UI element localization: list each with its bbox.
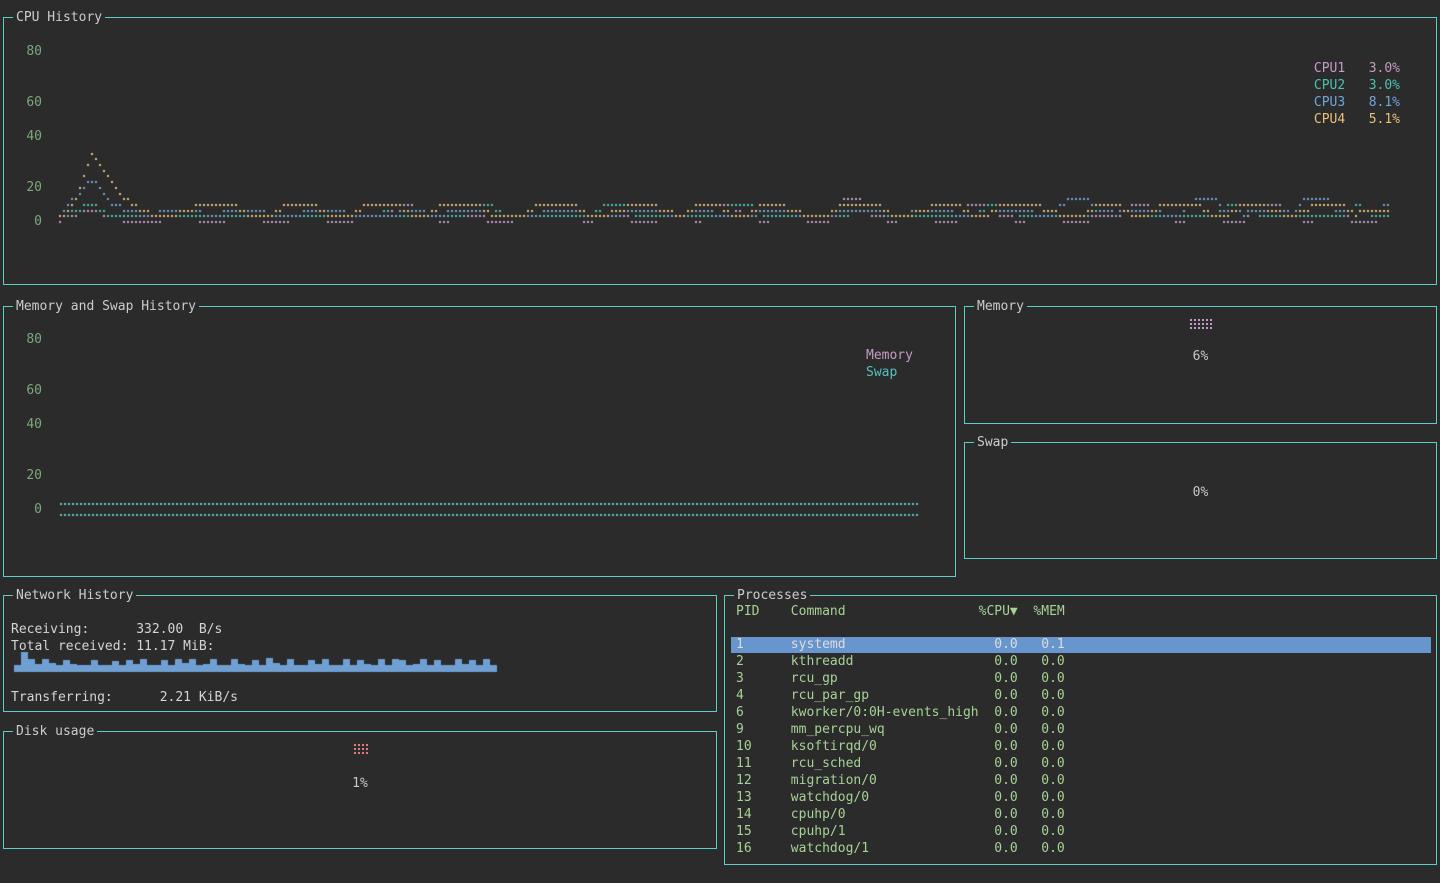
process-row[interactable]: 3 rcu_gp 0.0 0.0 — [731, 671, 1431, 687]
process-row[interactable]: 6 kworker/0:0H-events_high 0.0 0.0 — [731, 705, 1431, 721]
disk-usage-title: Disk usage — [13, 724, 97, 739]
swap-gauge-value: 0% — [965, 484, 1436, 501]
process-row[interactable]: 4 rcu_par_gp 0.0 0.0 — [731, 688, 1431, 704]
cpu-axis-80: 80 — [24, 43, 42, 60]
memory-swap-legend: MemorySwap — [866, 347, 913, 381]
process-row[interactable]: 13 watchdog/0 0.0 0.0 — [731, 790, 1431, 806]
process-row[interactable]: 9 mm_percpu_wq 0.0 0.0 — [731, 722, 1431, 738]
process-table-header[interactable]: PID Command %CPU▼ %MEM — [736, 603, 1432, 620]
memory-gauge-arc — [1188, 317, 1214, 329]
process-row[interactable]: 12 migration/0 0.0 0.0 — [731, 773, 1431, 789]
memory-swap-history-panel: Memory and Swap History 80 60 40 20 0 Me… — [3, 306, 956, 577]
memswap-axis-0: 0 — [24, 501, 42, 518]
memory-gauge-value: 6% — [965, 348, 1436, 365]
process-row[interactable]: 10 ksoftirqd/0 0.0 0.0 — [731, 739, 1431, 755]
process-row[interactable]: 16 watchdog/1 0.0 0.0 — [731, 841, 1431, 857]
cpu-axis-40: 40 — [24, 128, 42, 145]
memory-swap-history-chart — [54, 477, 934, 537]
cpu-history-panel: CPU History 80 60 40 20 0 CPU1 3.0%CPU2 … — [3, 17, 1437, 285]
processes-title: Processes — [734, 588, 810, 603]
system-monitor-screen: CPU History 80 60 40 20 0 CPU1 3.0%CPU2 … — [0, 0, 1440, 883]
network-history-title: Network History — [13, 588, 136, 603]
cpu-axis-20: 20 — [24, 179, 42, 196]
memory-swap-legend-row: Swap — [866, 364, 913, 381]
disk-gauge-arc — [352, 742, 368, 754]
memory-swap-legend-row: Memory — [866, 347, 913, 364]
memory-swap-history-title: Memory and Swap History — [13, 299, 199, 314]
network-receiving-line: Receiving: 332.00 B/s — [11, 621, 222, 638]
network-transferring-line: Transferring: 2.21 KiB/s — [11, 689, 238, 706]
process-row[interactable]: 2 kthreadd 0.0 0.0 — [731, 654, 1431, 670]
processes-panel: Processes PID Command %CPU▼ %MEM 1 syste… — [724, 595, 1437, 865]
memory-gauge-title: Memory — [974, 299, 1027, 314]
cpu-history-chart — [54, 42, 1398, 228]
cpu-axis-0: 0 — [24, 213, 42, 230]
network-history-chart — [12, 650, 504, 674]
process-row[interactable]: 11 rcu_sched 0.0 0.0 — [731, 756, 1431, 772]
process-row[interactable]: 15 cpuhp/1 0.0 0.0 — [731, 824, 1431, 840]
swap-gauge-panel: Swap 0% — [964, 442, 1437, 559]
memswap-axis-80: 80 — [24, 331, 42, 348]
swap-gauge-title: Swap — [974, 435, 1011, 450]
memswap-axis-40: 40 — [24, 416, 42, 433]
cpu-axis-60: 60 — [24, 94, 42, 111]
memswap-axis-20: 20 — [24, 467, 42, 484]
cpu-history-title: CPU History — [13, 10, 105, 25]
memswap-axis-60: 60 — [24, 382, 42, 399]
process-row[interactable]: 14 cpuhp/0 0.0 0.0 — [731, 807, 1431, 823]
memory-gauge-panel: Memory 6% — [964, 306, 1437, 424]
process-row[interactable]: 1 systemd 0.0 0.1 — [731, 637, 1431, 653]
disk-usage-panel: Disk usage 1% — [3, 731, 717, 849]
network-history-panel: Network History Receiving: 332.00 B/s To… — [3, 595, 717, 712]
disk-gauge-value: 1% — [4, 775, 716, 792]
